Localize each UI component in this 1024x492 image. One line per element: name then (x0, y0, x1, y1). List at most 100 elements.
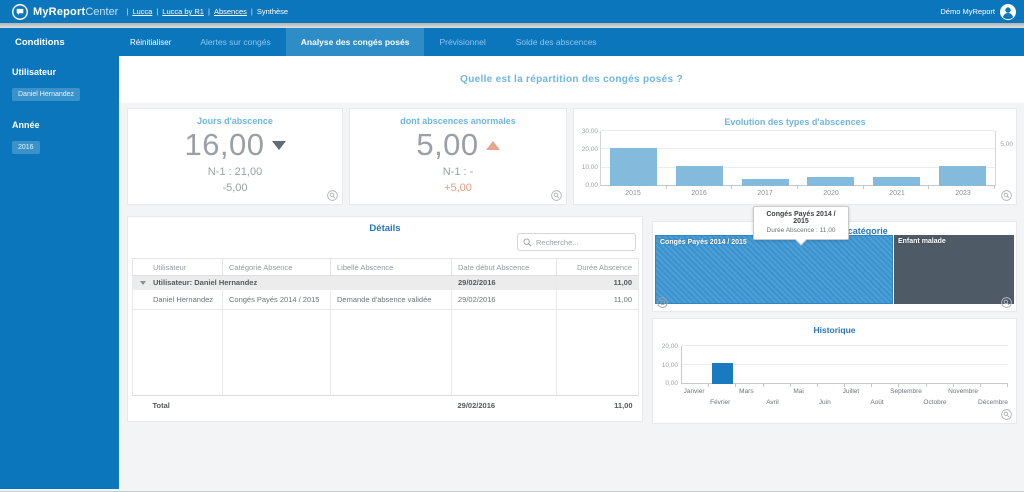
bar-2017[interactable] (742, 179, 789, 186)
search-box (517, 233, 636, 251)
trend-down-icon (272, 141, 286, 150)
collapse-caret-icon[interactable] (140, 281, 146, 285)
cell-duree: 11,00 (557, 290, 639, 310)
treemap-block-label: Enfant malade (898, 238, 946, 245)
breadcrumb-link-lucca-by-r1[interactable]: Lucca by R1 (162, 7, 204, 16)
tooltip-value: Durée Abscence : 11,00 (758, 227, 844, 234)
zoom-widget-icon[interactable] (1001, 297, 1012, 308)
column-header[interactable]: Libellé Abscence (331, 259, 452, 276)
column-header[interactable]: Durée Abscence (557, 259, 639, 276)
bar-fevrier[interactable] (712, 363, 733, 384)
x-axis-label: Mai (786, 388, 812, 412)
x-axis-label: Mars (733, 388, 759, 412)
x-axis-label: 2016 (666, 190, 732, 197)
zoom-widget-icon[interactable] (327, 190, 338, 201)
column-header[interactable]: Date début Abscence (452, 259, 557, 276)
breadcrumb-link-lucca[interactable]: Lucca (132, 7, 152, 16)
myreport-center-app: MyReport Center | Lucca | Lucca by R1 | … (0, 0, 1024, 492)
tabs: Alertes sur congés Analyse des congés po… (185, 28, 611, 56)
group-date: 29/02/2016 (452, 276, 557, 290)
filter-utilisateur: Utilisateur Daniel Hernandez (12, 67, 107, 101)
breadcrumb-separator: | (208, 7, 210, 16)
top-header-bar: MyReport Center | Lucca | Lucca by R1 | … (0, 0, 1024, 23)
y-axis-tick: 10,00 (576, 164, 598, 171)
filter-label: Année (12, 120, 107, 130)
x-axis-label: Juillet (838, 388, 864, 412)
search-input[interactable] (536, 238, 630, 247)
reset-filters-button[interactable]: Réinitialiser (130, 38, 171, 47)
x-axis-label: Novembre (948, 388, 978, 412)
zoom-widget-icon[interactable] (1001, 409, 1012, 420)
title-band: Quelle est la répartition des congés pos… (119, 56, 1024, 103)
user-name: Démo MyReport (940, 7, 995, 16)
kpi-delta: -5,00 (222, 182, 247, 194)
tab-alertes-sur-conges[interactable]: Alertes sur congés (185, 28, 285, 56)
search-icon (523, 238, 532, 247)
bar-2015[interactable] (610, 148, 657, 187)
tab-solde-des-abscences[interactable]: Solde des abscences (501, 28, 612, 56)
x-axis-label: 2023 (930, 190, 996, 197)
evolution-chart-panel: Evolution des types d'abscences 30,00 20… (573, 108, 1017, 205)
x-axis-labels: Janvier Février Mars Avril Mai Juin Juil… (681, 388, 1008, 412)
kpi-value: 5,00 (416, 127, 478, 163)
bar-2020[interactable] (807, 177, 854, 186)
user-avatar-icon (1000, 4, 1016, 20)
kpi-delta: +5,00 (444, 182, 472, 194)
zoom-widget-icon[interactable] (551, 190, 562, 201)
page-question-title: Quelle est la répartition des congés pos… (460, 74, 683, 85)
x-axis-label: 2017 (732, 190, 798, 197)
filter-value-chip[interactable]: 2016 (12, 141, 40, 154)
breadcrumb-separator: | (251, 7, 253, 16)
filter-value-chip[interactable]: Daniel Hernandez (12, 88, 80, 101)
breadcrumb-separator: | (126, 7, 128, 16)
tab-bar: Conditions Réinitialiser Alertes sur con… (0, 28, 1024, 56)
x-axis-label: 2020 (798, 190, 864, 197)
treemap-block-enfant-malade[interactable]: Enfant malade (894, 235, 1014, 304)
chart-title: Historique (653, 325, 1016, 335)
cell-utilisateur: Daniel Hernandez (133, 290, 223, 310)
bar-2016[interactable] (676, 166, 723, 186)
table-empty-area (133, 310, 639, 396)
x-axis-label: Septembre (890, 388, 922, 412)
conditions-panel-header: Conditions (15, 37, 119, 48)
brand-name: MyReport (33, 6, 85, 18)
y-axis-tick: 30,00 (576, 128, 598, 135)
x-axis-label: Août (864, 399, 890, 423)
bar-series (682, 346, 1008, 384)
total-duration: 11,00 (557, 396, 639, 416)
tab-analyse-des-conges-poses[interactable]: Analyse des congés posés (286, 28, 425, 56)
y-axis-tick: 20,00 (576, 146, 598, 153)
kpi-previous-year: N-1 : 21,00 (208, 166, 262, 178)
treemap-block-conges-payes[interactable]: Congés Payés 2014 / 2015 (655, 235, 893, 304)
filter-annee: Année 2016 (12, 120, 107, 154)
x-axis-label: Janvier (681, 388, 707, 412)
brand: MyReport Center (12, 4, 118, 20)
x-axis-label: Février (707, 399, 733, 423)
tooltip-title: Congés Payés 2014 / 2015 (758, 211, 844, 225)
kpi-title: Jours d'abscence (197, 116, 273, 126)
total-row: Total 29/02/2016 11,00 (133, 396, 639, 416)
cell-libelle: Demande d'absence validée (331, 290, 452, 310)
tab-previsionnel[interactable]: Prévisionnel (424, 28, 500, 56)
column-header[interactable]: Utilisateur (133, 259, 223, 276)
details-table: Utilisateur Catégorie Absence Libellé Ab… (132, 258, 639, 416)
chart-title: Evolution des types d'abscences (574, 117, 1016, 127)
y-axis-tick: 0,00 (656, 380, 678, 387)
bar-series (601, 131, 995, 186)
brand-suffix: Center (85, 6, 118, 18)
cell-categorie: Congés Payés 2014 / 2015 (223, 290, 331, 310)
bar-2021[interactable] (873, 177, 920, 186)
column-header[interactable]: Catégorie Absence (223, 259, 331, 276)
table-header-row: Utilisateur Catégorie Absence Libellé Ab… (133, 259, 639, 276)
breadcrumb-link-absences[interactable]: Absences (214, 7, 247, 16)
breadcrumb-current: Synthèse (257, 7, 288, 16)
myreport-logo-icon (12, 4, 28, 20)
reset-zoom-icon[interactable] (657, 297, 668, 308)
user-menu[interactable]: Démo MyReport (940, 4, 1016, 20)
bar-2023[interactable] (939, 166, 986, 186)
table-row[interactable]: Daniel Hernandez Congés Payés 2014 / 201… (133, 290, 639, 310)
x-axis-labels: 2015 2016 2017 2020 2021 2023 (600, 190, 996, 197)
zoom-widget-icon[interactable] (1001, 190, 1012, 201)
group-row[interactable]: Utilisateur: Daniel Hernandez 29/02/2016… (133, 276, 639, 290)
historique-chart-panel: Historique 20,00 10,00 0,00 (652, 318, 1017, 424)
